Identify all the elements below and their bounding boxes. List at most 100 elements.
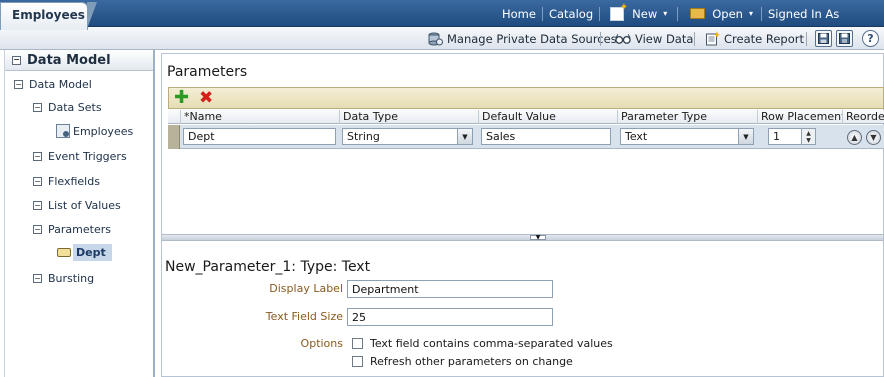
collapse-icon[interactable]: −	[33, 274, 42, 283]
view-data-button[interactable]: View Data	[615, 27, 693, 50]
row-selector[interactable]	[168, 125, 180, 149]
create-report-label: Create Report	[724, 31, 804, 46]
name-input[interactable]	[183, 128, 336, 145]
comma-separated-label: Text field contains comma-separated valu…	[370, 337, 613, 350]
panel-splitter[interactable]: ▼	[162, 234, 883, 241]
comma-separated-checkbox[interactable]	[352, 338, 363, 349]
tree-item-label: List of Values	[48, 199, 121, 212]
glasses-icon	[615, 32, 631, 46]
global-nav: Home Catalog New ▾ Open ▾ Signed In As	[502, 0, 839, 27]
tree-item-parameters[interactable]: − Parameters	[33, 223, 111, 236]
table-row[interactable]: String ▼ Text ▼ 1 ▲▼ ▲ ▼	[168, 125, 884, 149]
folder-icon	[690, 8, 706, 19]
chevron-down-icon[interactable]: ▼	[738, 129, 753, 144]
tree-item-event-triggers[interactable]: − Event Triggers	[33, 150, 127, 163]
create-report-button[interactable]: Create Report	[704, 27, 804, 50]
tree-item-list-of-values[interactable]: − List of Values	[33, 199, 121, 212]
tree-item-label: Data Sets	[48, 101, 102, 114]
open-menu[interactable]: Open ▾	[690, 7, 753, 21]
text-field-size-label: Text Field Size	[265, 310, 343, 323]
tree-item-label-selected: Dept	[73, 244, 112, 261]
collapse-icon[interactable]: −	[33, 103, 42, 112]
signed-in-as-menu[interactable]: Signed In As	[768, 7, 839, 21]
nav-divider	[760, 6, 762, 21]
chevron-down-icon: ▾	[748, 9, 753, 18]
database-icon	[427, 32, 443, 46]
display-label-field[interactable]	[347, 280, 553, 298]
tree-item-label: Flexfields	[48, 175, 100, 188]
help-icon[interactable]: ?	[862, 30, 879, 47]
option-refresh-parameters[interactable]: Refresh other parameters on change	[352, 355, 573, 368]
options-label: Options	[300, 337, 343, 350]
data-type-value: String	[347, 130, 380, 143]
column-header-default-value[interactable]: Default Value	[478, 110, 617, 124]
option-comma-separated[interactable]: Text field contains comma-separated valu…	[352, 337, 613, 350]
manage-private-data-sources-label: Manage Private Data Sources	[447, 31, 617, 46]
column-header-reorder[interactable]: Reorder	[842, 110, 884, 124]
toolbar-divider	[694, 32, 695, 46]
collapse-icon[interactable]: −	[33, 225, 42, 234]
nav-divider	[677, 6, 679, 21]
tree-item-data-sets[interactable]: − Data Sets	[33, 101, 102, 114]
create-report-icon	[704, 31, 720, 46]
parameters-grid-header: *Name Data Type Default Value Parameter …	[168, 110, 884, 124]
collapse-icon[interactable]: −	[14, 80, 23, 89]
move-up-icon[interactable]: ▲	[847, 130, 862, 145]
parameters-editor: Parameters ✚ ✖ *Name Data Type Default V…	[161, 53, 884, 377]
parameter-type-select[interactable]: Text ▼	[620, 128, 754, 145]
refresh-parameters-checkbox[interactable]	[352, 356, 363, 367]
new-document-icon	[610, 2, 628, 21]
column-header-data-type[interactable]: Data Type	[339, 110, 478, 124]
collapse-icon[interactable]: −	[33, 201, 42, 210]
tab-employees[interactable]: Employees	[0, 2, 97, 30]
parameter-detail-title: New_Parameter_1: Type: Text	[165, 259, 371, 275]
tree-item-label: Event Triggers	[48, 150, 127, 163]
chevron-down-icon[interactable]: ▼	[457, 129, 472, 144]
save-as-icon[interactable]	[836, 30, 853, 47]
tree-item-employees[interactable]: Employees	[56, 124, 133, 138]
add-icon[interactable]: ✚	[174, 89, 189, 107]
move-down-icon[interactable]: ▼	[866, 130, 881, 145]
tree-item-label: Parameters	[48, 223, 111, 236]
save-icon[interactable]	[815, 30, 832, 47]
nav-divider	[541, 6, 543, 21]
data-set-icon	[56, 124, 70, 138]
collapse-icon[interactable]: −	[12, 55, 21, 65]
column-header-name[interactable]: *Name	[180, 110, 339, 124]
tab-employees-label: Employees	[12, 8, 85, 22]
tree-item-bursting[interactable]: − Bursting	[33, 272, 94, 285]
column-header-parameter-type[interactable]: Parameter Type	[617, 110, 757, 124]
new-menu[interactable]: New ▾	[610, 2, 668, 21]
new-menu-label: New	[632, 6, 658, 21]
tree-item-label: Data Model	[29, 78, 92, 91]
top-navigation-bar: Employees Home Catalog New ▾ Open ▾ Sign…	[0, 0, 884, 30]
row-placement-stepper[interactable]: 1 ▲ ▼	[768, 128, 816, 145]
display-label-label: Display Label	[269, 282, 343, 295]
tree-item-label: Employees	[73, 124, 134, 138]
data-model-navigator: − Data Model − Data Model − Data Sets Em…	[4, 50, 155, 377]
manage-private-data-sources-button[interactable]: Manage Private Data Sources	[427, 27, 617, 50]
collapse-icon[interactable]: −	[33, 152, 42, 161]
stepper-arrows-icon[interactable]: ▲ ▼	[801, 129, 815, 144]
data-type-select[interactable]: String ▼	[342, 128, 473, 145]
navigator-title: Data Model	[27, 52, 111, 68]
parameter-icon	[57, 248, 71, 257]
delete-icon[interactable]: ✖	[199, 89, 213, 107]
row-placement-value: 1	[773, 130, 780, 143]
chevron-down-icon: ▾	[663, 9, 668, 18]
catalog-link[interactable]: Catalog	[549, 7, 593, 21]
toolbar-divider	[600, 32, 601, 46]
default-value-input[interactable]	[481, 128, 611, 145]
collapse-arrow-icon[interactable]: ▼	[530, 235, 546, 241]
view-data-label: View Data	[635, 31, 694, 46]
parameters-grid-toolbar: ✚ ✖	[168, 87, 884, 109]
parameter-type-value: Text	[625, 130, 648, 143]
tree-item-data-model[interactable]: − Data Model	[14, 78, 92, 91]
collapse-icon[interactable]: −	[33, 177, 42, 186]
tree-item-dept[interactable]: Dept	[57, 244, 112, 261]
text-field-size-field[interactable]	[347, 308, 553, 326]
column-header-row-placement[interactable]: Row Placement	[757, 110, 842, 124]
tree-item-flexfields[interactable]: − Flexfields	[33, 175, 100, 188]
refresh-parameters-label: Refresh other parameters on change	[370, 355, 573, 368]
home-link[interactable]: Home	[502, 7, 536, 21]
